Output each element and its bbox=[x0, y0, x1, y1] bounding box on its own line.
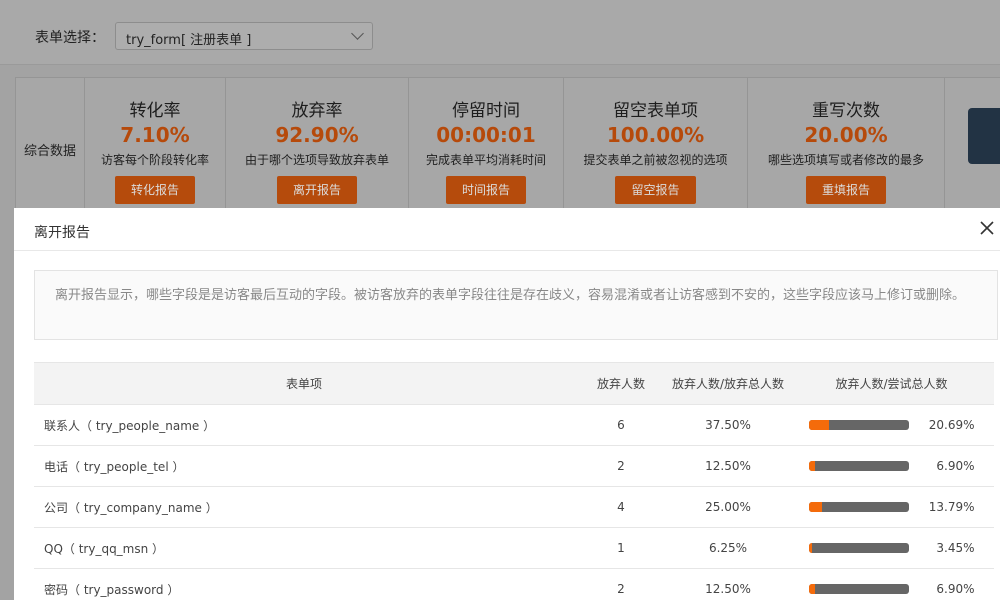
stat-card-duration: 停留时间 00:00:01 完成表单平均消耗时间 时间报告 bbox=[409, 78, 564, 218]
abandon-count-cell: 4 bbox=[575, 486, 667, 528]
abandon-count-cell: 2 bbox=[575, 445, 667, 487]
preview-thumbnail bbox=[968, 108, 1000, 164]
stat-desc: 完成表单平均消耗时间 bbox=[425, 153, 546, 167]
chevron-down-icon bbox=[351, 27, 364, 40]
stat-card-blank: 留空表单项 100.00% 提交表单之前被忽视的选项 留空报告 bbox=[564, 78, 748, 218]
attempt-ratio-value: 20.69% bbox=[928, 417, 975, 432]
abandon-count-cell: 6 bbox=[575, 404, 667, 446]
conversion-report-button[interactable]: 转化报告 bbox=[114, 176, 195, 204]
abandon-ratio-cell: 37.50% bbox=[667, 404, 789, 446]
abandon-count-cell: 1 bbox=[575, 527, 667, 569]
leave-report-button[interactable]: 离开报告 bbox=[276, 176, 357, 204]
column-header-abandon-count: 放弃人数 bbox=[575, 362, 667, 405]
attempt-ratio-bar-group: 6.90% bbox=[808, 581, 975, 596]
table-row: 公司（ try_company_name ） 4 25.00% 13.79% bbox=[34, 486, 994, 528]
progress-bar bbox=[808, 583, 909, 594]
stat-value: 100.00% bbox=[606, 123, 705, 147]
attempt-ratio-bar-group: 20.69% bbox=[808, 417, 975, 432]
field-name-cell: 密码（ try_password ） bbox=[34, 568, 575, 600]
stat-card-abandon: 放弃率 92.90% 由于哪个选项导致放弃表单 离开报告 bbox=[226, 78, 409, 218]
stat-card-rewrite: 重写次数 20.00% 哪些选项填写或者修改的最多 重填报告 bbox=[748, 78, 945, 218]
stat-title: 留空表单项 bbox=[613, 101, 698, 121]
attempt-ratio-cell: 3.45% bbox=[789, 527, 994, 569]
field-name-cell: 电话（ try_people_tel ） bbox=[34, 445, 575, 487]
modal-header: 离开报告 bbox=[14, 208, 1000, 251]
stat-desc: 哪些选项填写或者修改的最多 bbox=[767, 153, 924, 167]
progress-bar-fill bbox=[808, 460, 816, 471]
blank-report-button[interactable]: 留空报告 bbox=[615, 176, 696, 204]
progress-bar-fill bbox=[808, 501, 823, 512]
summary-stats: 综合数据 转化率 7.10% 访客每个阶段转化率 转化报告 放弃率 92.90%… bbox=[15, 77, 1000, 218]
abandon-ratio-cell: 12.50% bbox=[667, 568, 789, 600]
progress-bar bbox=[808, 501, 909, 512]
stat-title: 转化率 bbox=[129, 101, 181, 121]
filter-bar: 表单选择： try_form[ 注册表单 ] bbox=[0, 0, 1000, 65]
attempt-ratio-cell: 20.69% bbox=[789, 404, 994, 446]
form-select-label: 表单选择： bbox=[35, 30, 105, 46]
table-row: 电话（ try_people_tel ） 2 12.50% 6.90% bbox=[34, 445, 994, 487]
time-report-button[interactable]: 时间报告 bbox=[445, 176, 526, 204]
report-description: 离开报告显示，哪些字段是是访客最后互动的字段。被访客放弃的表单字段往往是存在歧义… bbox=[34, 270, 998, 340]
table-row: 联系人（ try_people_name ） 6 37.50% 20.69% bbox=[34, 404, 994, 446]
attempt-ratio-bar-group: 6.90% bbox=[808, 458, 975, 473]
attempt-ratio-value: 6.90% bbox=[936, 581, 975, 596]
modal-title: 离开报告 bbox=[34, 225, 90, 241]
close-icon[interactable] bbox=[978, 219, 996, 237]
column-header-field: 表单项 bbox=[34, 362, 575, 405]
stat-desc: 由于哪个选项导致放弃表单 bbox=[244, 153, 389, 167]
attempt-ratio-cell: 6.90% bbox=[789, 568, 994, 600]
attempt-ratio-bar-group: 13.79% bbox=[808, 499, 975, 514]
progress-bar-fill bbox=[808, 542, 812, 553]
progress-bar-fill bbox=[808, 583, 816, 594]
abandon-ratio-cell: 25.00% bbox=[667, 486, 789, 528]
stat-desc: 访客每个阶段转化率 bbox=[100, 153, 209, 167]
table-row: QQ（ try_qq_msn ） 1 6.25% 3.45% bbox=[34, 527, 994, 569]
stat-card-conversion: 转化率 7.10% 访客每个阶段转化率 转化报告 bbox=[85, 78, 226, 218]
attempt-ratio-value: 6.90% bbox=[936, 458, 975, 473]
field-name-cell: QQ（ try_qq_msn ） bbox=[34, 527, 575, 569]
progress-bar bbox=[808, 460, 909, 471]
form-select-dropdown[interactable]: try_form[ 注册表单 ] bbox=[115, 22, 373, 50]
stat-title: 停留时间 bbox=[452, 101, 520, 121]
attempt-ratio-value: 13.79% bbox=[928, 499, 975, 514]
progress-bar bbox=[808, 542, 909, 553]
field-name-cell: 公司（ try_company_name ） bbox=[34, 486, 575, 528]
stat-title: 放弃率 bbox=[291, 101, 343, 121]
abandon-count-cell: 2 bbox=[575, 568, 667, 600]
stat-value: 7.10% bbox=[120, 123, 190, 147]
field-name-cell: 联系人（ try_people_name ） bbox=[34, 404, 575, 446]
leave-report-modal: 离开报告 离开报告显示，哪些字段是是访客最后互动的字段。被访客放弃的表单字段往往… bbox=[14, 208, 1000, 600]
column-header-abandon-ratio: 放弃人数/放弃总人数 bbox=[667, 362, 789, 405]
stat-desc: 提交表单之前被忽视的选项 bbox=[583, 153, 728, 167]
attempt-ratio-value: 3.45% bbox=[936, 540, 975, 555]
abandon-ratio-cell: 12.50% bbox=[667, 445, 789, 487]
attempt-ratio-cell: 13.79% bbox=[789, 486, 994, 528]
stat-value: 20.00% bbox=[804, 123, 888, 147]
attempt-ratio-cell: 6.90% bbox=[789, 445, 994, 487]
table-header-row: 表单项 放弃人数 放弃人数/放弃总人数 放弃人数/尝试总人数 bbox=[34, 362, 994, 405]
summary-label-cell: 综合数据 bbox=[15, 78, 85, 218]
column-header-attempt-ratio: 放弃人数/尝试总人数 bbox=[789, 362, 994, 405]
abandon-ratio-cell: 6.25% bbox=[667, 527, 789, 569]
progress-bar bbox=[808, 419, 909, 430]
stat-value: 92.90% bbox=[275, 123, 359, 147]
table-row: 密码（ try_password ） 2 12.50% 6.90% bbox=[34, 568, 994, 600]
summary-label: 综合数据 bbox=[23, 144, 76, 159]
stat-title: 重写次数 bbox=[812, 101, 880, 121]
leave-report-table: 表单项 放弃人数 放弃人数/放弃总人数 放弃人数/尝试总人数 联系人（ try_… bbox=[34, 362, 994, 600]
stat-value: 00:00:01 bbox=[436, 123, 536, 147]
refill-report-button[interactable]: 重填报告 bbox=[805, 176, 886, 204]
progress-bar-fill bbox=[808, 419, 830, 430]
form-select-value: try_form[ 注册表单 ] bbox=[126, 33, 252, 48]
attempt-ratio-bar-group: 3.45% bbox=[808, 540, 975, 555]
